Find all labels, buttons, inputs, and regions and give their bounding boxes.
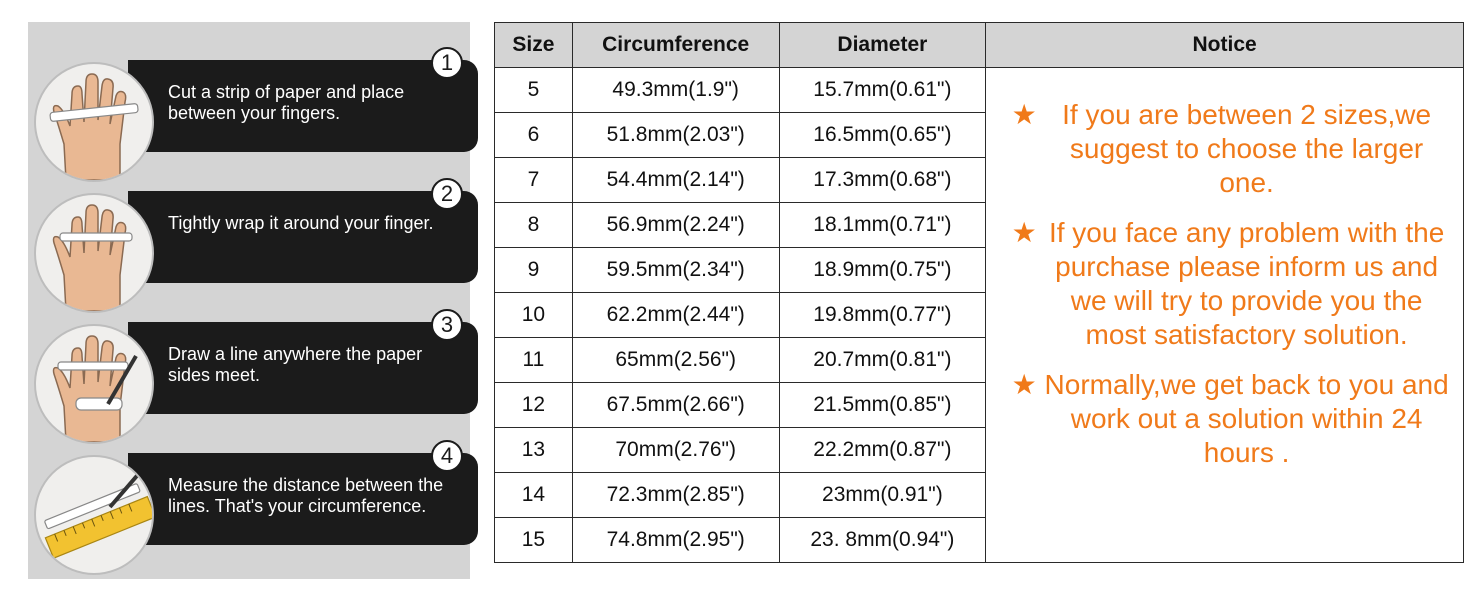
header-notice: Notice [985,22,1464,68]
size-cell: 13 [494,427,573,473]
notice-list: ★ If you are between 2 sizes,we suggest … [986,68,1463,470]
diameter-cell: 21.5mm(0.85") [778,382,987,428]
size-cell: 6 [494,112,573,158]
diameter-cell: 16.5mm(0.65") [778,112,987,158]
step-4-bar: Measure the distance between the lines. … [128,453,478,545]
circumference-cell: 70mm(2.76") [571,427,780,473]
star-icon: ★ [1011,217,1037,248]
circumference-cell: 62.2mm(2.44") [571,292,780,338]
circumference-cell: 49.3mm(1.9") [571,67,780,113]
circumference-cell: 56.9mm(2.24") [571,202,780,248]
star-icon: ★ [1011,99,1037,130]
diameter-cell: 18.9mm(0.75") [778,247,987,293]
diameter-cell: 17.3mm(0.68") [778,157,987,203]
table-row: 5 49.3mm(1.9") 15.7mm(0.61") ★ If you ar… [494,67,1464,563]
size-cell: 9 [494,247,573,293]
circumference-cell: 65mm(2.56") [571,337,780,383]
step-3-text: Draw a line anywhere the paper sides mee… [168,344,423,385]
step-2-text: Tightly wrap it around your finger. [168,213,434,233]
step-2: Tightly wrap it around your finger. 2 [28,153,478,313]
diameter-cell: 15.7mm(0.61") [778,67,987,113]
circumference-cell: 67.5mm(2.66") [571,382,780,428]
size-cell: 8 [494,202,573,248]
ruler-measure-icon [34,455,154,575]
diameter-cell: 19.8mm(0.77") [778,292,987,338]
step-1: Cut a strip of paper and place between y… [28,22,478,182]
header-size: Size [494,22,573,68]
header-circumference: Circumference [571,22,780,68]
diameter-cell: 23mm(0.91") [778,472,987,518]
size-cell: 14 [494,472,573,518]
diameter-cell: 18.1mm(0.71") [778,202,987,248]
step-3: Draw a line anywhere the paper sides mee… [28,284,478,444]
size-cell: 7 [494,157,573,203]
step-3-bar: Draw a line anywhere the paper sides mee… [128,322,478,414]
step-3-number: 3 [431,309,463,341]
diameter-cell: 22.2mm(0.87") [778,427,987,473]
circumference-cell: 54.4mm(2.14") [571,157,780,203]
notice-text: Normally,we get back to you and work out… [1044,369,1449,468]
circumference-cell: 51.8mm(2.03") [571,112,780,158]
header-diameter: Diameter [778,22,987,68]
step-1-text: Cut a strip of paper and place between y… [168,82,405,123]
table-header-row: Size Circumference Diameter Notice [494,22,1464,68]
step-2-bar: Tightly wrap it around your finger. [128,191,478,283]
notice-item: ★ If you are between 2 sizes,we suggest … [1004,98,1449,200]
step-1-bar: Cut a strip of paper and place between y… [128,60,478,152]
step-4-number: 4 [431,440,463,472]
notice-cell: ★ If you are between 2 sizes,we suggest … [985,67,1464,563]
notice-item: ★ Normally,we get back to you and work o… [1004,368,1449,470]
ring-size-table: Size Circumference Diameter Notice 5 49.… [494,22,1464,563]
star-icon: ★ [1011,369,1037,400]
diameter-cell: 20.7mm(0.81") [778,337,987,383]
step-4: Measure the distance between the lines. … [28,415,478,575]
size-cell: 11 [494,337,573,383]
step-2-number: 2 [431,178,463,210]
notice-text: If you are between 2 sizes,we suggest to… [1062,99,1432,198]
circumference-cell: 59.5mm(2.34") [571,247,780,293]
notice-item: ★ If you face any problem with the purch… [1004,216,1449,352]
circumference-cell: 74.8mm(2.95") [571,517,780,563]
size-cell: 10 [494,292,573,338]
size-cell: 12 [494,382,573,428]
instruction-panel: Cut a strip of paper and place between y… [28,22,478,579]
step-1-number: 1 [431,47,463,79]
circumference-cell: 72.3mm(2.85") [571,472,780,518]
step-4-text: Measure the distance between the lines. … [168,475,444,516]
diameter-cell: 23. 8mm(0.94") [778,517,987,563]
size-cell: 5 [494,67,573,113]
size-cell: 15 [494,517,573,563]
notice-text: If you face any problem with the purchas… [1048,217,1445,350]
